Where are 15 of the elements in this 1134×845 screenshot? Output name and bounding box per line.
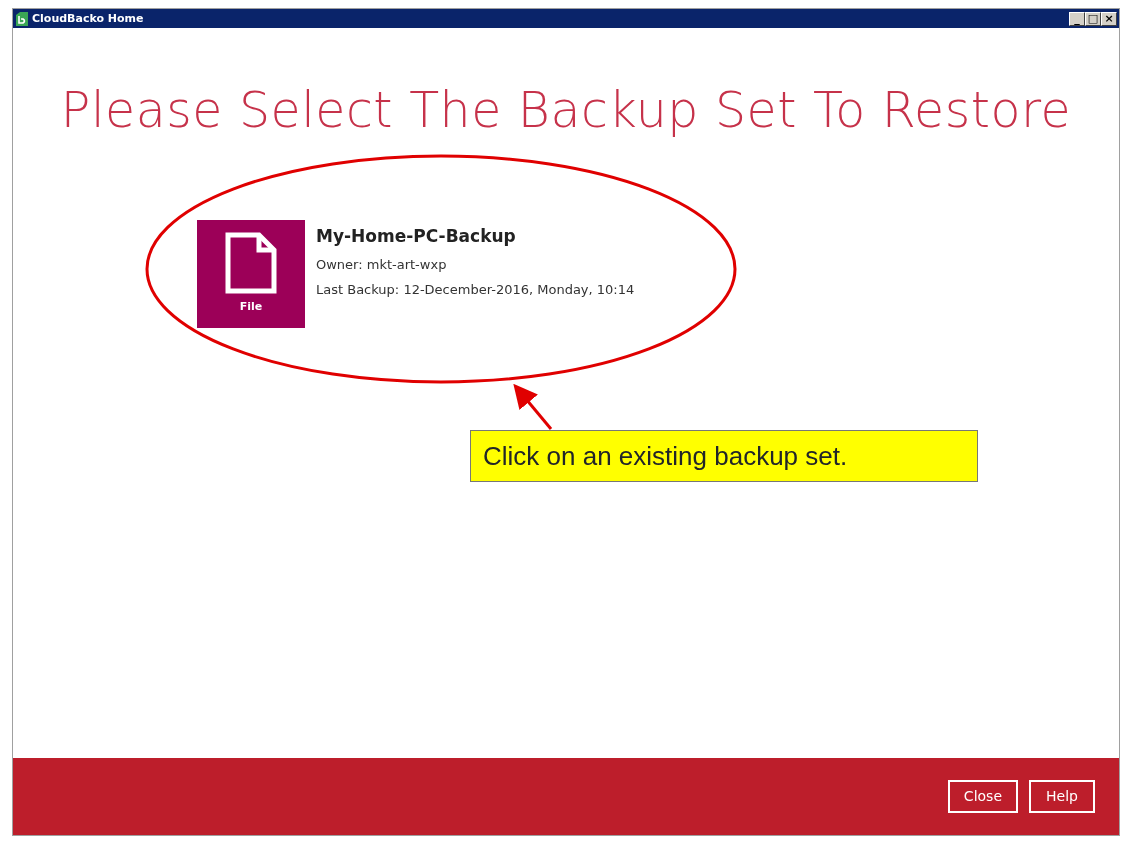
app-logo-icon <box>15 11 29 26</box>
close-window-button[interactable]: × <box>1101 11 1117 26</box>
pointer-arrow <box>513 383 553 430</box>
backup-set-name: My-Home-PC-Backup <box>316 224 517 248</box>
backup-set-tile[interactable]: File <box>197 219 305 328</box>
maximize-button[interactable]: □ <box>1085 11 1101 26</box>
annotation-callout: Click on an existing backup set. <box>470 430 978 482</box>
close-button[interactable]: Close <box>947 780 1018 813</box>
owner-text: Owner: mkt-art-wxp <box>316 256 448 274</box>
help-button[interactable]: Help <box>1029 780 1095 813</box>
document-icon <box>225 231 277 294</box>
last-backup-text: Last Backup: 12-December-2016, Monday, 10:14 <box>316 280 635 299</box>
page-heading: Please Select The Backup Set To Restore <box>59 81 1073 141</box>
minimize-button[interactable]: _ <box>1069 11 1085 26</box>
window-title: CloudBacko Home <box>32 12 144 25</box>
